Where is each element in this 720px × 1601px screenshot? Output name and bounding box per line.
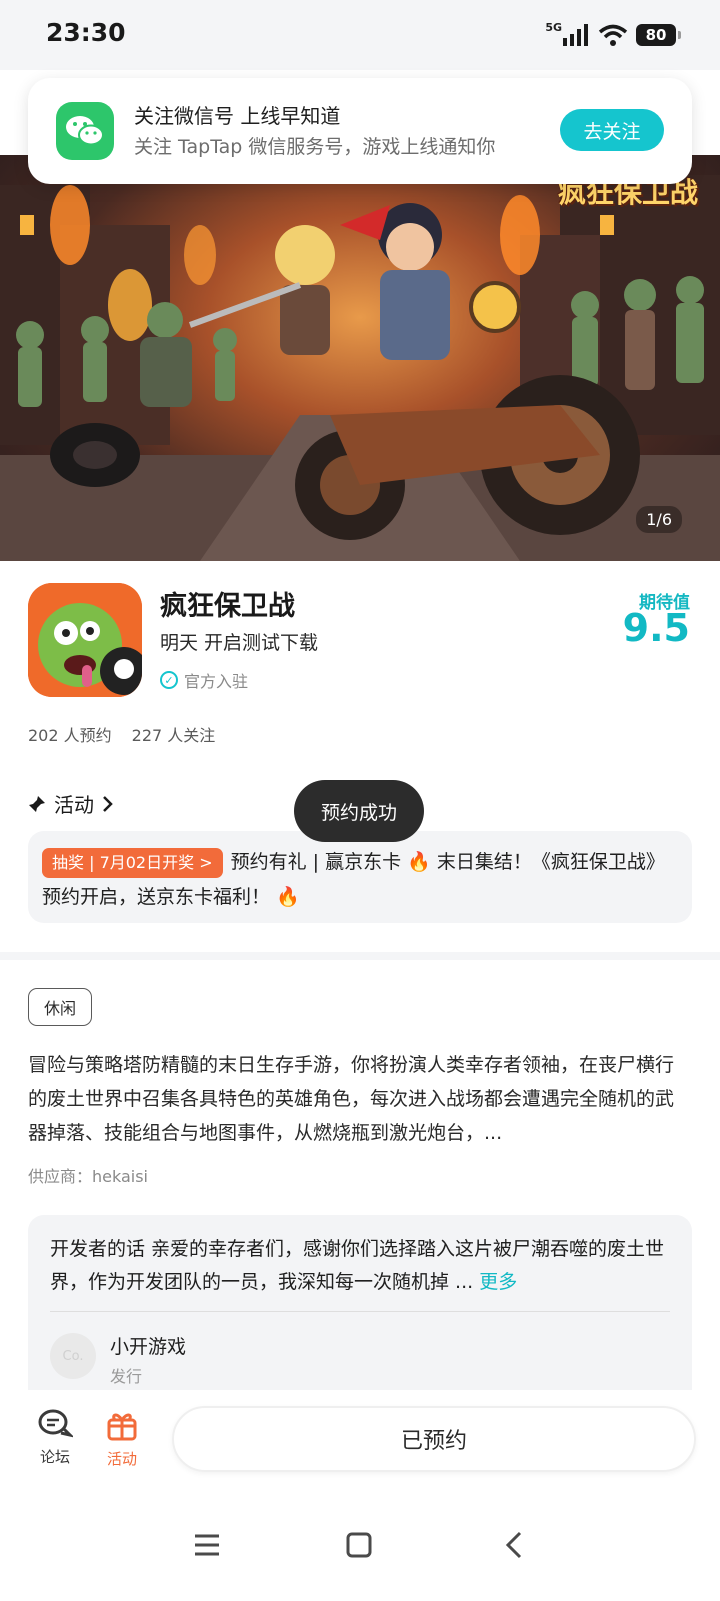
status-icons: 5G 80 — [545, 20, 681, 50]
wifi-icon — [598, 24, 628, 46]
activity-tab-label: 活动 — [106, 1450, 137, 1468]
publisher-avatar[interactable]: Co. — [50, 1333, 96, 1379]
hero-banner[interactable]: 疯狂保卫战 1/6 — [0, 155, 720, 561]
forum-label: 论坛 — [39, 1448, 70, 1466]
home-icon[interactable] — [344, 1530, 374, 1560]
supplier-info: 供应商：hekaisi — [28, 1167, 149, 1186]
publisher-role: 发行 — [110, 1367, 143, 1386]
back-icon[interactable] — [500, 1530, 530, 1560]
activity-header[interactable]: 活动 — [28, 789, 114, 818]
activity-heading: 活动 — [54, 793, 94, 817]
wechat-icon — [56, 102, 114, 160]
follow-button[interactable]: 去关注 — [560, 109, 664, 151]
notice-title: 关注微信号 上线早知道 — [134, 104, 341, 128]
activity-card[interactable]: 抽奖 | 7月02日开奖 > 预约有礼 | 赢京东卡 🔥 末日集结！《疯狂保卫战》… — [28, 831, 692, 923]
game-description[interactable]: 冒险与策略塔防精髓的末日生存手游，你将扮演人类幸存者领袖，在丧尸横行的废土世界中… — [28, 1048, 692, 1150]
genre-tag[interactable]: 休闲 — [28, 988, 92, 1026]
section-divider — [0, 952, 720, 960]
verified-icon: ✓ — [160, 671, 178, 689]
wechat-follow-card[interactable]: 关注微信号 上线早知道 关注 TapTap 微信服务号，游戏上线通知你 去关注 — [28, 78, 692, 184]
expect-score: 9.5 — [622, 606, 690, 650]
notice-subtitle: 关注 TapTap 微信服务号，游戏上线通知你 — [134, 136, 496, 158]
gift-icon — [107, 1413, 137, 1441]
game-title: 疯狂保卫战 — [160, 591, 295, 622]
developer-card[interactable]: 开发者的话 亲爱的幸存者们，感谢你们选择踏入这片被尸潮吞噬的废土世界，作为开发团… — [28, 1215, 692, 1390]
official-badge: ✓ 官方入驻 — [160, 668, 248, 692]
chevron-right-icon — [103, 795, 113, 812]
official-label: 官方入驻 — [184, 672, 249, 691]
game-icon — [28, 583, 142, 697]
publisher-name[interactable]: 小开游戏 — [110, 1332, 186, 1359]
pin-icon — [29, 795, 45, 812]
developer-divider — [50, 1311, 670, 1312]
forum-icon — [38, 1409, 73, 1438]
lottery-tag: 抽奖 | 7月02日开奖 > — [42, 848, 223, 878]
developer-message: 开发者的话 亲爱的幸存者们，感谢你们选择踏入这片被尸潮吞噬的废土世界，作为开发团… — [50, 1233, 670, 1299]
game-stats: 202 人预约 227 人关注 — [28, 722, 215, 746]
hero-artwork — [0, 175, 720, 561]
follower-count: 227 人关注 — [131, 726, 216, 745]
bottom-action-bar: 论坛 活动 已预约 — [0, 1390, 720, 1601]
reserved-button[interactable]: 已预约 — [172, 1406, 696, 1472]
developer-text: 开发者的话 亲爱的幸存者们，感谢你们选择踏入这片被尸潮吞噬的废土世界，作为开发团… — [50, 1238, 665, 1293]
activity-tab[interactable]: 活动 — [92, 1408, 152, 1469]
forum-tab[interactable]: 论坛 — [25, 1408, 85, 1467]
network-label: 5G — [545, 20, 562, 34]
signal-icon — [563, 24, 588, 46]
reservation-count: 202 人预约 — [28, 726, 112, 745]
toast-message: 预约成功 — [294, 780, 424, 842]
more-link[interactable]: 更多 — [479, 1271, 517, 1293]
game-release-info: 明天 开启测试下载 — [160, 632, 319, 654]
hero-page-counter: 1/6 — [636, 506, 682, 533]
status-time: 23:30 — [46, 18, 126, 47]
battery-icon: 80 — [636, 24, 681, 46]
system-nav-bar — [0, 1530, 720, 1570]
menu-icon[interactable] — [192, 1530, 222, 1560]
status-bar: 23:30 5G 80 — [0, 0, 720, 70]
